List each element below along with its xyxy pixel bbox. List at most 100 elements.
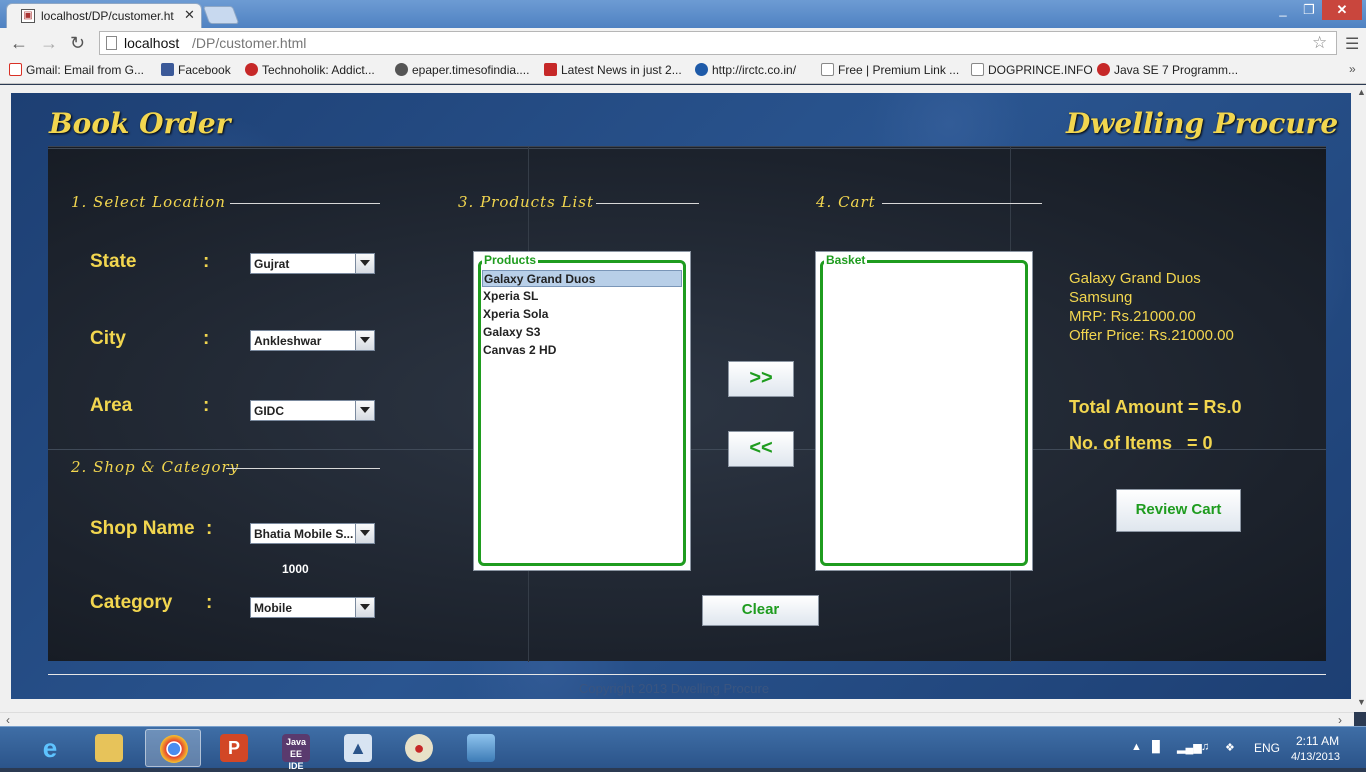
area-select[interactable]: GIDC	[250, 400, 375, 421]
clock-time[interactable]: 2:11 AM	[1296, 734, 1339, 748]
bookmark-epaper[interactable]: epaper.timesofindia....	[395, 63, 529, 77]
product-list-item[interactable]: Galaxy Grand Duos	[482, 270, 682, 287]
divider	[48, 148, 1326, 149]
tab-close-icon[interactable]: ✕	[184, 7, 195, 23]
browser-toolbar: ← → ↻ localhost /DP/customer.html ☆ ☰	[0, 28, 1366, 58]
taskbar-explorer[interactable]	[81, 729, 137, 767]
chevron-down-icon	[360, 407, 370, 413]
forward-arrow-icon[interactable]: →	[40, 33, 58, 54]
add-to-cart-button[interactable]: >>	[728, 361, 794, 397]
products-legend: Products	[482, 253, 539, 267]
total-amount: Total Amount = Rs.0	[1069, 397, 1242, 417]
product-list-item[interactable]: Xperia Sola	[482, 306, 682, 323]
reload-icon[interactable]: ↻	[70, 33, 85, 54]
url-host: localhost	[124, 35, 180, 51]
taskbar-ie[interactable]: e	[22, 729, 78, 767]
shop-name-value: Bhatia Mobile S...	[254, 527, 354, 541]
remove-from-cart-button[interactable]: <<	[728, 431, 794, 467]
bookmark-java-se7[interactable]: Java SE 7 Programm...	[1097, 63, 1238, 77]
section-shop-category: 2. Shop & Category	[71, 458, 240, 476]
city-select[interactable]: Ankleshwar	[250, 330, 375, 351]
dropdown-button[interactable]	[355, 331, 374, 350]
address-bar[interactable]: localhost /DP/customer.html ☆	[99, 31, 1337, 55]
back-arrow-icon[interactable]: ←	[10, 33, 28, 54]
colon: :	[206, 592, 213, 613]
tab-title: localhost/DP/customer.ht	[41, 9, 174, 23]
basket-list[interactable]: Basket	[815, 251, 1033, 571]
scroll-up-icon[interactable]: ▲	[1357, 87, 1366, 97]
state-label: State	[90, 251, 137, 272]
category-label: Category	[90, 592, 173, 613]
bookmark-star-icon[interactable]: ☆	[1312, 33, 1327, 53]
horizontal-scrollbar[interactable]: ‹ ›	[0, 712, 1354, 727]
page-icon	[821, 63, 834, 76]
bookmark-gmail[interactable]: Gmail: Email from G...	[9, 63, 144, 77]
city-label: City	[90, 328, 126, 349]
state-select[interactable]: Gujrat	[250, 253, 375, 274]
dropdown-button[interactable]	[355, 254, 374, 273]
bookmark-label: Technoholik: Addict...	[262, 63, 375, 77]
clear-button[interactable]: Clear	[702, 595, 819, 626]
dropdown-button[interactable]	[355, 401, 374, 420]
technoholik-icon	[245, 63, 258, 76]
maximize-button[interactable]: ❐	[1296, 0, 1322, 20]
photo-viewer-icon	[467, 734, 495, 762]
section-products-list: 3. Products List	[458, 193, 595, 211]
toi-icon	[544, 63, 557, 76]
bookmark-dogprince[interactable]: DOGPRINCE.INFO	[971, 63, 1093, 77]
clock-date[interactable]: 4/13/2013	[1291, 751, 1340, 763]
taskbar-chrome[interactable]	[145, 729, 201, 767]
review-cart-button[interactable]: Review Cart	[1116, 489, 1241, 532]
language-indicator[interactable]: ENG	[1254, 741, 1280, 755]
bookmark-technoholik[interactable]: Technoholik: Addict...	[245, 63, 375, 77]
minimize-button[interactable]: _	[1270, 0, 1296, 20]
footer-divider	[48, 674, 1326, 675]
gmail-icon	[9, 63, 22, 76]
taskbar-paint[interactable]: ●	[391, 729, 447, 767]
shop-name-select[interactable]: Bhatia Mobile S...	[250, 523, 375, 544]
close-window-button[interactable]: ✕	[1322, 0, 1362, 20]
new-tab-button[interactable]	[202, 6, 240, 24]
products-list[interactable]: Products Galaxy Grand Duos Xperia SL Xperi…	[473, 251, 691, 571]
vertical-scrollbar[interactable]	[1354, 85, 1366, 712]
more-bookmarks-icon[interactable]: »	[1349, 62, 1356, 76]
section-underline	[596, 203, 699, 204]
brand-name: Dwelling Procure	[1066, 107, 1339, 140]
product-list-item[interactable]: Xperia SL	[482, 288, 682, 305]
bookmarks-bar: Gmail: Email from G... Facebook Technoho…	[0, 58, 1366, 84]
chrome-icon	[160, 735, 188, 763]
scroll-right-icon[interactable]: ›	[1338, 713, 1342, 727]
dropbox-icon[interactable]: ❖	[1225, 741, 1235, 754]
product-list-item[interactable]: Canvas 2 HD	[482, 342, 682, 359]
taskbar-java-ide[interactable]: Java EE IDE	[268, 729, 324, 771]
product-list-item[interactable]: Galaxy S3	[482, 324, 682, 341]
scroll-down-icon[interactable]: ▼	[1357, 697, 1366, 707]
bookmark-facebook[interactable]: Facebook	[161, 63, 231, 77]
show-hidden-icons-icon[interactable]: ▲	[1131, 741, 1142, 753]
signal-icon[interactable]: ▂▄▆	[1177, 741, 1202, 754]
menu-icon[interactable]: ☰	[1345, 34, 1359, 54]
bookmark-latest-news[interactable]: Latest News in just 2...	[544, 63, 682, 77]
section-underline	[882, 203, 1042, 204]
page-favicon-icon: ▣	[21, 9, 35, 23]
area-value: GIDC	[254, 404, 284, 418]
taskbar-powerpoint[interactable]: P	[206, 729, 262, 767]
colon: :	[203, 395, 210, 416]
bookmark-free-premium[interactable]: Free | Premium Link ...	[821, 63, 959, 77]
category-select[interactable]: Mobile	[250, 597, 375, 618]
dropdown-button[interactable]	[355, 524, 374, 543]
product-offer-price: Offer Price: Rs.21000.00	[1069, 327, 1234, 344]
bookmark-label: http://irctc.co.in/	[712, 63, 797, 77]
taskbar: e P Java EE IDE ▲ ● ▲ █ ▂▄▆ ♫ ❖ ENG 2:11 …	[0, 726, 1366, 771]
category-value: Mobile	[254, 601, 292, 615]
scroll-left-icon[interactable]: ‹	[6, 713, 10, 727]
bookmark-label: Java SE 7 Programm...	[1114, 63, 1239, 77]
taskbar-netbeans[interactable]: ▲	[330, 729, 386, 767]
volume-icon[interactable]: ♫	[1201, 741, 1209, 753]
browser-tab[interactable]: ▣ localhost/DP/customer.ht ✕	[6, 3, 202, 28]
dropdown-button[interactable]	[355, 598, 374, 617]
state-value: Gujrat	[254, 257, 290, 271]
taskbar-photo-viewer[interactable]	[453, 729, 509, 767]
bookmark-irctc[interactable]: http://irctc.co.in/	[695, 63, 796, 77]
network-device-icon[interactable]: █	[1152, 741, 1160, 753]
